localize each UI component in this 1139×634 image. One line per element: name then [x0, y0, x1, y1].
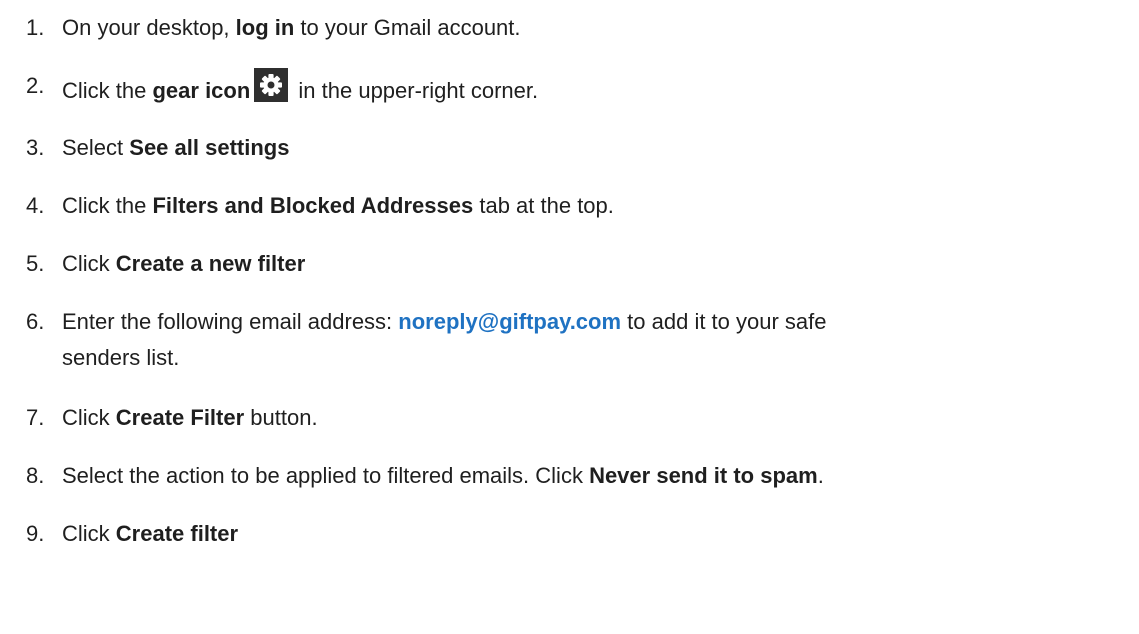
step-number: 6. [26, 309, 45, 334]
step-bold: Create filter [115, 521, 239, 546]
step-6: 6. Enter the following email address: nor… [26, 304, 827, 376]
step-bold: See all settings [129, 135, 290, 160]
step-9: 9. Click Create filter [26, 516, 238, 552]
step-number: 2. [26, 73, 45, 98]
step-number: 1. [26, 15, 45, 40]
step-2: 2. Click the gear icon in the upper-right… [26, 68, 538, 109]
step-text: Click [62, 251, 116, 276]
step-1: 1. On your desktop, log in to your Gmail … [26, 10, 521, 46]
step-bold: Create a new filter [115, 251, 306, 276]
step-number: 7. [26, 405, 45, 430]
step-5: 5. Click Create a new filter [26, 246, 305, 282]
step-text: Enter the following email address: [62, 309, 399, 334]
email-link[interactable]: noreply@giftpay.com [398, 309, 621, 334]
step-number: 9. [26, 521, 45, 546]
step-text: Click [62, 405, 116, 430]
step-text: to add it to your safe [621, 309, 827, 334]
step-number: 8. [26, 463, 45, 488]
step-text: Click the [62, 193, 153, 218]
step-text: button. [244, 405, 318, 430]
step-number: 4. [26, 193, 45, 218]
step-7: 7. Click Create Filter button. [26, 400, 318, 436]
step-text: to your Gmail account. [294, 15, 521, 40]
step-text: tab at the top. [473, 193, 614, 218]
step-text: Select [62, 135, 130, 160]
step-text-continued: senders list. [62, 345, 180, 370]
step-number: 5. [26, 251, 45, 276]
step-bold: Create Filter [115, 405, 245, 430]
step-bold: Never send it to spam [589, 463, 818, 488]
step-bold: gear icon [152, 78, 251, 103]
step-text: Click [62, 521, 116, 546]
step-8: 8. Select the action to be applied to fil… [26, 458, 824, 494]
step-bold: Filters and Blocked Addresses [152, 193, 474, 218]
step-text: Select the action to be applied to filte… [62, 463, 590, 488]
step-text: On your desktop, [62, 15, 236, 40]
step-text: . [817, 463, 824, 488]
step-number: 3. [26, 135, 45, 160]
step-4: 4. Click the Filters and Blocked Addresse… [26, 188, 614, 224]
step-3: 3. Select See all settings [26, 130, 289, 166]
gear-icon [254, 68, 289, 102]
step-text: in the upper-right corner. [292, 78, 539, 103]
step-bold: log in [235, 15, 295, 40]
step-text: Click the [62, 78, 153, 103]
